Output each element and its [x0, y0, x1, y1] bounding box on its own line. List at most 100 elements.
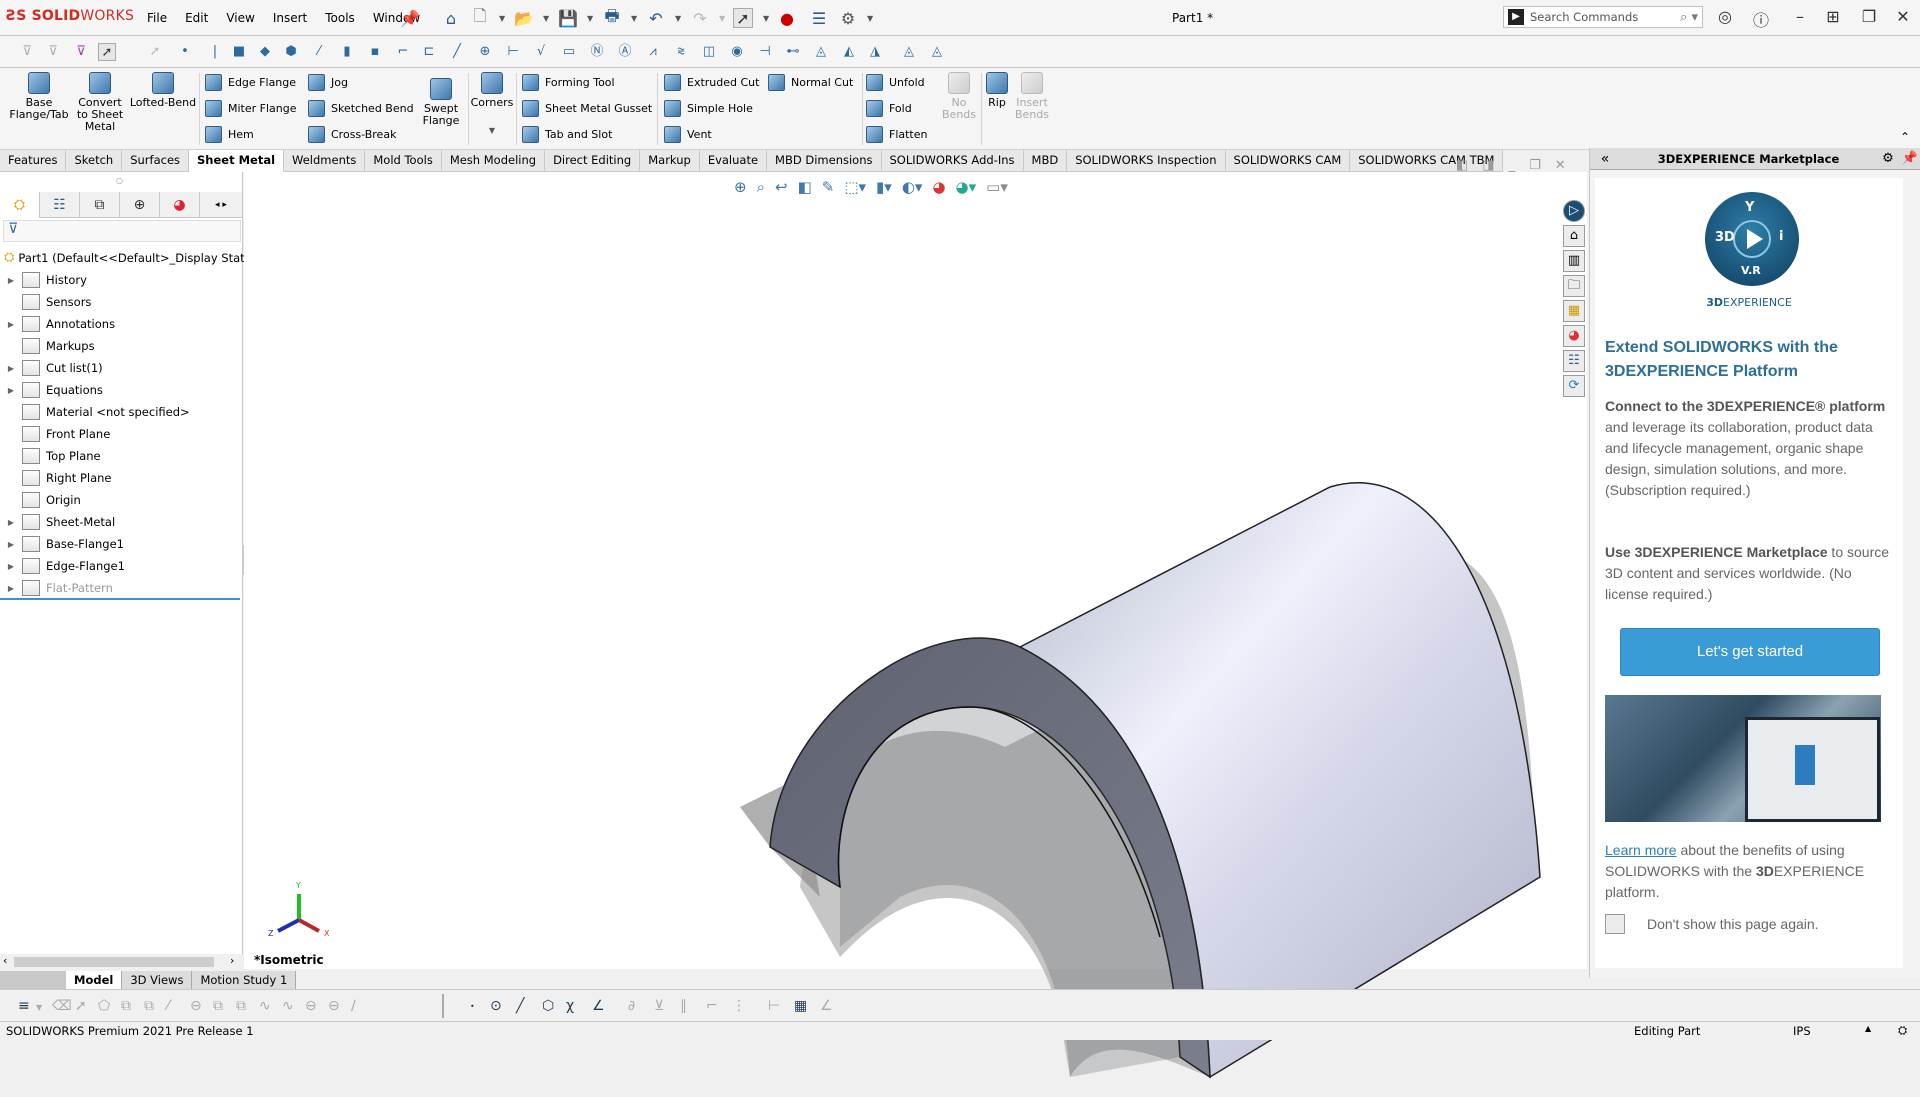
- apply-scene-icon[interactable]: ◕▾: [956, 178, 977, 196]
- unit-system-dropdown-icon[interactable]: ▲: [1865, 1024, 1871, 1033]
- zoom-to-fit-icon[interactable]: ⊕: [734, 178, 747, 196]
- filter-notes-icon[interactable]: Ⓝ: [588, 43, 606, 61]
- tab-scroll-arrows[interactable]: ◂ ▸: [200, 192, 243, 218]
- unit-system[interactable]: IPS: [1793, 1024, 1811, 1038]
- settings-icon[interactable]: ⚙: [1877, 151, 1899, 166]
- save-dropdown-icon[interactable]: ▼: [587, 14, 593, 23]
- bottom-tab-model[interactable]: Model: [66, 971, 123, 989]
- tree-item-origin[interactable]: Origin: [0, 490, 81, 510]
- tree-item-edge-flange1[interactable]: ▶ Edge-Flange1: [0, 556, 125, 576]
- account-icon[interactable]: ◎: [1714, 7, 1736, 26]
- filter-midpoints-icon[interactable]: ⊏: [420, 43, 438, 61]
- filter-surface-finish-icon[interactable]: √: [532, 43, 550, 61]
- filter-mesh-vertices-icon[interactable]: ◮: [866, 43, 884, 61]
- expand-arrow-icon[interactable]: ▶: [0, 562, 22, 571]
- doc-minimize-icon[interactable]: _: [1509, 158, 1516, 173]
- tab-evaluate[interactable]: Evaluate: [699, 150, 768, 172]
- options-icon[interactable]: ⚙: [838, 8, 858, 28]
- doc-restore-icon[interactable]: ❐: [1529, 158, 1541, 173]
- parallel-icon[interactable]: ∥: [680, 998, 687, 1014]
- bottom-tab-3d-views[interactable]: 3D Views: [122, 971, 193, 989]
- filter-solids-icon[interactable]: ⬢: [282, 43, 300, 61]
- restore-icon[interactable]: ❐: [1858, 7, 1880, 26]
- feature-manager-tab-icon[interactable]: ⛭: [0, 192, 40, 218]
- tab-weldments[interactable]: Weldments: [284, 150, 366, 172]
- expand-arrow-icon[interactable]: ▶: [0, 386, 22, 395]
- rollback-bar[interactable]: [0, 598, 240, 600]
- scroll-right-icon[interactable]: ›: [230, 954, 234, 967]
- tab-sheet-metal[interactable]: Sheet Metal: [189, 150, 285, 172]
- filter-dimensions-icon[interactable]: ⊢: [504, 43, 522, 61]
- panel-grip-icon[interactable]: ○: [116, 176, 123, 185]
- custom-properties-tab-icon[interactable]: ☷: [1563, 350, 1585, 372]
- line-format-dropdown-icon[interactable]: ▼: [36, 1003, 42, 1012]
- undo-icon[interactable]: ↶: [646, 8, 666, 28]
- perpendicular-icon[interactable]: ⊻: [654, 998, 664, 1014]
- collapse-task-pane-icon[interactable]: «: [1590, 151, 1620, 167]
- sketch-circle-icon[interactable]: ⊖: [190, 998, 202, 1014]
- no-bends-button[interactable]: No Bends: [940, 72, 978, 121]
- cross-break-button[interactable]: Cross-Break: [308, 124, 396, 144]
- filter-weld-icon[interactable]: ⩘: [644, 43, 662, 61]
- corner-icon[interactable]: ⌐: [706, 998, 718, 1014]
- rebuild-status-icon[interactable]: ⛭: [1898, 1023, 1907, 1038]
- expand-arrow-icon[interactable]: ▶: [0, 320, 22, 329]
- save-icon[interactable]: 💾: [558, 8, 578, 28]
- convert-to-sheet-metal-button[interactable]: Convert to Sheet Metal: [72, 72, 128, 133]
- tree-item-right-plane[interactable]: Right Plane: [0, 468, 111, 488]
- scale-icon[interactable]: ∕: [351, 998, 356, 1014]
- grid-icon[interactable]: ▦: [794, 998, 807, 1014]
- line-icon[interactable]: ╱: [516, 998, 524, 1014]
- display-style-icon[interactable]: ▮▾: [876, 178, 892, 196]
- previous-view-icon[interactable]: ↩: [775, 178, 788, 196]
- split-icon[interactable]: ⧉: [236, 998, 246, 1014]
- tree-item-cut-list-1[interactable]: ▶ Cut list(1): [0, 358, 103, 378]
- tile-left-icon[interactable]: ◧: [1456, 158, 1468, 173]
- display-manager-tab-icon[interactable]: ◕: [160, 192, 200, 218]
- miter-flange-button[interactable]: Miter Flange: [205, 98, 297, 118]
- filter-mesh-icon-a[interactable]: ◬: [900, 43, 918, 61]
- print-icon[interactable]: 🖶: [602, 6, 622, 28]
- solidworks-logo[interactable]: ƧS SOLIDWORKS: [6, 8, 134, 24]
- new-dropdown-icon[interactable]: ▼: [499, 14, 505, 23]
- fold-button[interactable]: Fold: [866, 98, 912, 118]
- flatten-button[interactable]: Flatten: [866, 124, 928, 144]
- filter-cosmetic-thread-icon[interactable]: ⩬: [672, 43, 690, 61]
- mirror-icon[interactable]: ⬠: [98, 998, 110, 1014]
- tab-markup[interactable]: Markup: [640, 150, 700, 172]
- doc-close-icon[interactable]: ✕: [1555, 158, 1566, 173]
- tab-solidworks-cam[interactable]: SOLIDWORKS CAM: [1225, 150, 1351, 172]
- filter-mesh-icon-b[interactable]: ◬: [928, 43, 946, 61]
- filter-geometric-tolerance-icon[interactable]: ▭: [560, 43, 578, 61]
- tree-root-part[interactable]: ⛭ Part1 (Default<<Default>_Display State …: [4, 250, 277, 265]
- search-input[interactable]: Search Commands: [1530, 10, 1680, 24]
- dynamic-annotation-icon[interactable]: ✎: [822, 178, 835, 196]
- tab-and-slot-button[interactable]: Tab and Slot: [522, 124, 612, 144]
- solidworks-resources-tab-icon[interactable]: ⌂: [1563, 225, 1585, 247]
- help-icon[interactable]: ⓘ: [1750, 7, 1772, 31]
- move-icon[interactable]: ⊖: [305, 998, 317, 1014]
- menu-tools[interactable]: Tools: [316, 11, 364, 25]
- dimension-icon[interactable]: ⊢: [768, 998, 780, 1014]
- filter-icon[interactable]: ⊽: [18, 43, 36, 61]
- tab-solidworks-inspection[interactable]: SOLIDWORKS Inspection: [1067, 150, 1226, 172]
- tile-icon[interactable]: ⊞: [1822, 7, 1844, 26]
- menu-view[interactable]: View: [217, 11, 263, 25]
- angle-dimension-icon[interactable]: ∠: [820, 998, 833, 1014]
- tab-nav-arrows[interactable]: [0, 971, 66, 989]
- base-flange-button[interactable]: Base Flange/Tab: [8, 72, 70, 121]
- tree-item-front-plane[interactable]: Front Plane: [0, 424, 110, 444]
- sheet-metal-gusset-button[interactable]: Sheet Metal Gusset: [522, 98, 652, 118]
- bottom-tab-motion-study-1[interactable]: Motion Study 1: [192, 971, 297, 989]
- tab-mesh-modeling[interactable]: Mesh Modeling: [441, 150, 546, 172]
- filter-faces-icon[interactable]: ■: [230, 43, 248, 61]
- extruded-cut-button[interactable]: Extruded Cut: [664, 72, 759, 92]
- tree-item-top-plane[interactable]: Top Plane: [0, 446, 101, 466]
- ordinate-icon[interactable]: ⋮: [732, 998, 746, 1014]
- pin-icon[interactable]: 📌: [400, 8, 420, 28]
- normal-cut-button[interactable]: Normal Cut: [768, 72, 853, 92]
- 3dexperience-tab-icon[interactable]: ▷: [1563, 200, 1585, 222]
- scroll-left-icon[interactable]: ‹: [3, 954, 7, 967]
- learn-more-link[interactable]: Learn more: [1605, 842, 1677, 858]
- insert-bends-button[interactable]: Insert Bends: [1012, 72, 1052, 121]
